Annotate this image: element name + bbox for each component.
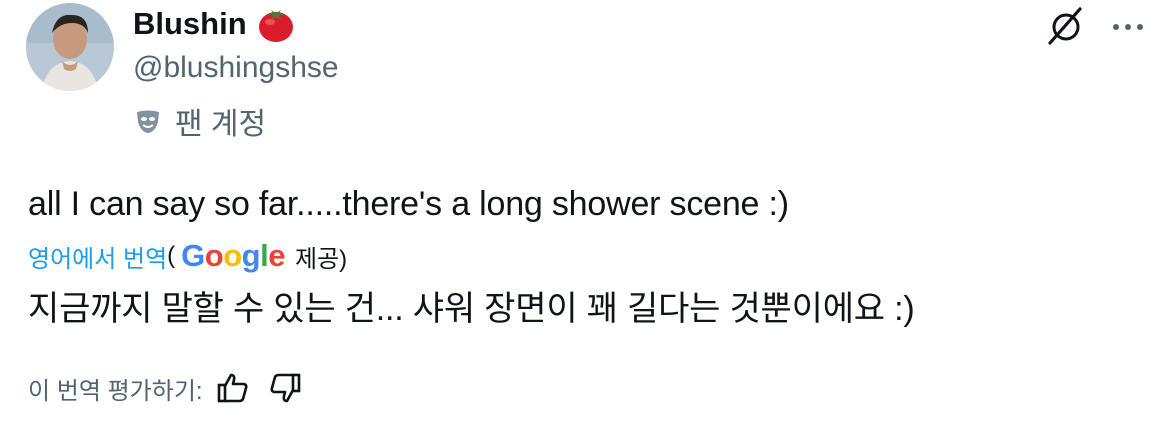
fan-account-label: 팬 계정 xyxy=(175,108,267,141)
google-logo[interactable]: Google xyxy=(181,238,285,274)
more-icon xyxy=(1113,24,1143,30)
author-handle[interactable]: @blushingshse xyxy=(133,48,339,88)
paren-open: ( xyxy=(167,242,176,269)
author-display-name[interactable]: Blushin xyxy=(133,4,247,44)
translated-text: 지금까지 말할 수 있는 건... 샤워 장면이 꽤 길다는 것뿐이에요 :) xyxy=(28,290,915,328)
tomato-icon xyxy=(257,4,295,44)
rate-translation-row: 이 번역 평가하기: xyxy=(28,368,303,408)
thumbs-up-icon xyxy=(217,373,248,403)
rate-translation-label: 이 번역 평가하기: xyxy=(28,377,203,405)
thumbs-down-button[interactable] xyxy=(267,370,303,406)
tweet-text: all I can say so far.....there's a long … xyxy=(28,185,789,223)
thumbs-down-icon xyxy=(270,373,300,403)
fan-account-badge: 팬 계정 xyxy=(133,101,266,141)
theater-mask-icon xyxy=(133,106,163,136)
grok-icon xyxy=(1048,7,1082,45)
avatar[interactable] xyxy=(26,3,114,91)
thumbs-up-button[interactable] xyxy=(215,370,251,406)
translation-source-row: 영어에서 번역 ( Google 제공) xyxy=(28,236,347,276)
more-options-button[interactable] xyxy=(1104,5,1152,45)
provided-by-label: 제공) xyxy=(294,245,348,273)
author-name-row[interactable]: Blushin xyxy=(133,4,295,44)
grok-button[interactable] xyxy=(1042,5,1090,45)
translated-from-link[interactable]: 영어에서 번역 xyxy=(28,239,167,274)
